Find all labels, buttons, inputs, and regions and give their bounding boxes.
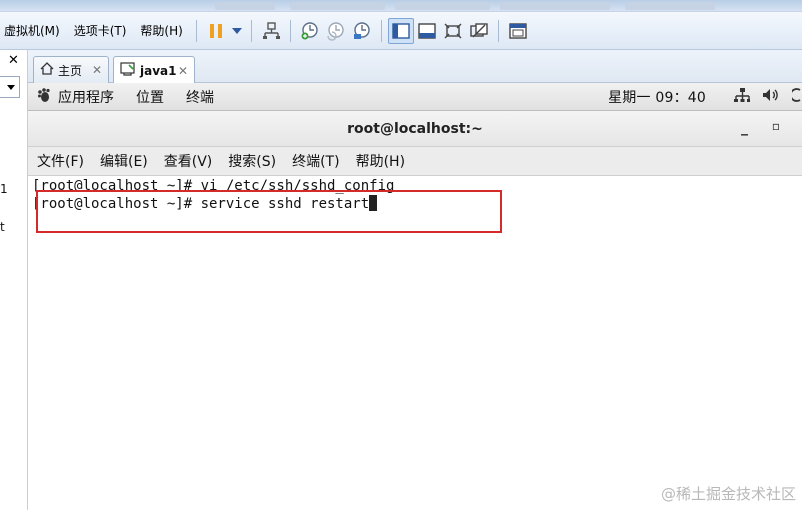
toolbar-separator bbox=[380, 19, 382, 42]
window-icon bbox=[509, 22, 527, 39]
clock-manage-icon bbox=[353, 21, 370, 39]
network-icon[interactable] bbox=[734, 87, 750, 107]
menu-applications[interactable]: 应用程序 bbox=[58, 87, 114, 107]
close-icon[interactable]: ✕ bbox=[178, 64, 188, 78]
tab-label: java1 bbox=[140, 63, 177, 78]
snapshot-take-button[interactable] bbox=[297, 18, 323, 44]
menu-view[interactable]: 查看(V) bbox=[164, 151, 213, 171]
network-icon bbox=[262, 21, 280, 39]
power-icon[interactable] bbox=[789, 87, 802, 107]
tab-home[interactable]: 主页 ✕ bbox=[33, 56, 109, 83]
volume-icon[interactable] bbox=[762, 87, 780, 107]
chevron-down-icon bbox=[7, 85, 15, 90]
clock-add-icon bbox=[301, 21, 318, 39]
sidebar-view-icon bbox=[392, 22, 410, 39]
library-item-fragment[interactable]: 1 bbox=[0, 182, 8, 196]
library-item-fragment[interactable]: t bbox=[0, 220, 5, 234]
menu-file[interactable]: 文件(F) bbox=[37, 151, 84, 171]
pause-icon bbox=[209, 23, 222, 38]
minimize-button[interactable]: _ bbox=[741, 120, 748, 136]
unity-button[interactable] bbox=[466, 18, 492, 44]
terminal-menubar: 文件(F) 编辑(E) 查看(V) 搜索(S) 终端(T) 帮助(H) bbox=[28, 147, 802, 176]
gnome-top-panel: 应用程序 位置 终端 星期一 09：40 bbox=[28, 83, 802, 111]
menu-tabs[interactable]: 选项卡(T) bbox=[67, 19, 134, 43]
menu-vm[interactable]: 虚拟机(M) bbox=[0, 19, 67, 43]
watermark: @稀土掘金技术社区 bbox=[660, 485, 796, 503]
vm-tab-bar: 主页 ✕ java1 ✕ bbox=[28, 50, 802, 84]
panel-status-area: 星期一 09：40 bbox=[608, 87, 802, 107]
library-dropdown[interactable] bbox=[0, 76, 20, 98]
gnome-foot-icon[interactable] bbox=[36, 87, 52, 107]
maximize-button[interactable]: ▫ bbox=[772, 119, 780, 133]
pause-button[interactable] bbox=[203, 18, 229, 44]
tab-java1[interactable]: java1 ✕ bbox=[113, 56, 195, 84]
menu-edit[interactable]: 编辑(E) bbox=[100, 151, 148, 171]
toolbar-separator bbox=[195, 19, 197, 42]
vmware-title-strip bbox=[0, 0, 802, 12]
vm-icon bbox=[120, 62, 136, 79]
close-icon[interactable]: ✕ bbox=[8, 53, 19, 68]
menu-terminal[interactable]: 终端 bbox=[186, 87, 214, 107]
view-thumbnail-button[interactable] bbox=[414, 18, 440, 44]
bottom-panel-view-icon bbox=[418, 22, 436, 39]
library-panel: ✕ 1 t bbox=[0, 50, 28, 510]
panel-clock[interactable]: 星期一 09：40 bbox=[608, 87, 706, 107]
menu-places[interactable]: 位置 bbox=[136, 87, 164, 107]
view-console-button[interactable] bbox=[387, 17, 414, 44]
snapshot-manager-button[interactable] bbox=[349, 18, 375, 44]
close-icon[interactable]: ✕ bbox=[92, 63, 102, 77]
toolbar-separator bbox=[497, 19, 499, 42]
pause-dropdown-button[interactable] bbox=[229, 18, 245, 44]
toolbar-separator bbox=[289, 19, 291, 42]
snapshot-revert-button[interactable] bbox=[323, 18, 349, 44]
fullscreen-button[interactable] bbox=[440, 18, 466, 44]
menu-help[interactable]: 帮助(H) bbox=[133, 19, 189, 43]
send-ctrl-alt-del-button[interactable] bbox=[258, 18, 284, 44]
terminal-titlebar: root@localhost:~ _ ▫ bbox=[28, 111, 802, 147]
menu-search[interactable]: 搜索(S) bbox=[228, 151, 276, 171]
home-icon bbox=[40, 62, 54, 78]
terminal-title: root@localhost:~ bbox=[347, 120, 483, 137]
toolbar-separator bbox=[250, 19, 252, 42]
menu-help[interactable]: 帮助(H) bbox=[356, 151, 405, 171]
annotation-highlight-box bbox=[36, 190, 502, 233]
unity-icon bbox=[470, 22, 488, 37]
chevron-down-icon bbox=[231, 27, 242, 34]
tab-label: 主页 bbox=[58, 63, 83, 78]
vmware-toolbar: 虚拟机(M) 选项卡(T) 帮助(H) bbox=[0, 12, 802, 50]
console-view-button[interactable] bbox=[505, 18, 531, 44]
clock-revert-icon bbox=[327, 21, 344, 41]
menu-terminal[interactable]: 终端(T) bbox=[292, 151, 339, 171]
fullscreen-icon bbox=[444, 23, 462, 38]
